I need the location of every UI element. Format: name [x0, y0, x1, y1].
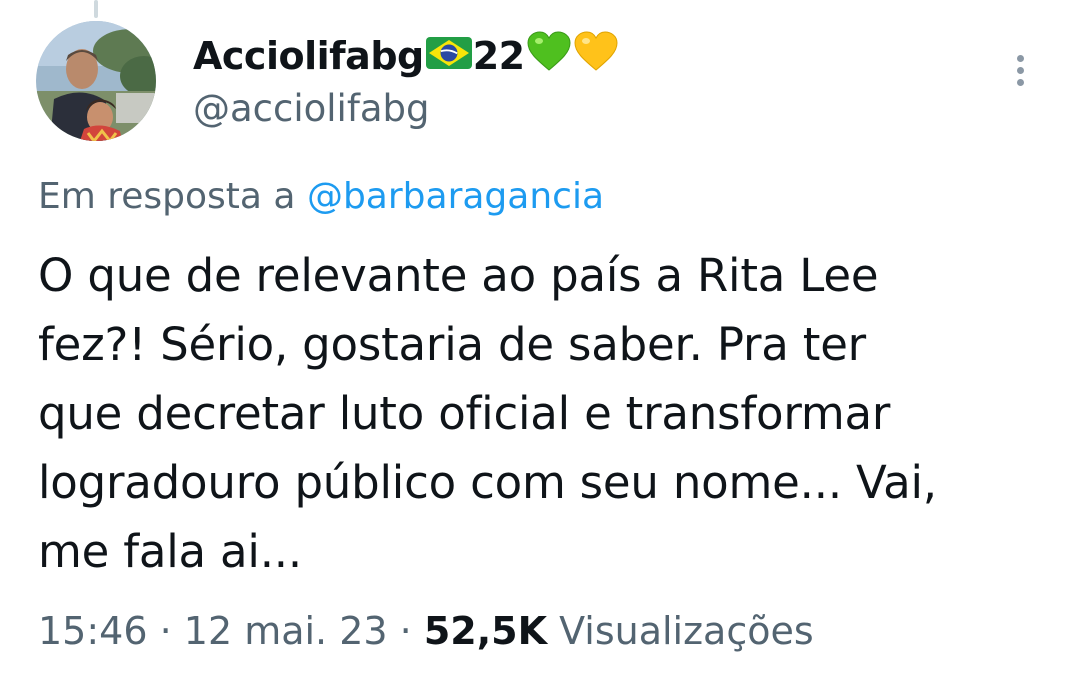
- author-name-suffix: 22: [472, 34, 525, 78]
- meta-separator: ·: [147, 609, 184, 653]
- tweet-text-line: fez?! Sério, gostaria de saber. Pra ter: [38, 318, 866, 371]
- reply-prefix: Em resposta a: [38, 176, 307, 217]
- more-vertical-icon-dot: [1016, 66, 1024, 74]
- green-heart-icon: [526, 30, 572, 82]
- views-label[interactable]: Visualizações: [547, 609, 814, 653]
- tweet-time[interactable]: 15:46: [38, 609, 148, 653]
- more-vertical-icon: [1016, 54, 1024, 62]
- author-display-name[interactable]: Acciolifabg 22: [193, 28, 619, 84]
- author-handle[interactable]: @acciolifabg: [193, 87, 430, 130]
- reply-context: Em resposta a @barbaragancia: [38, 176, 604, 217]
- meta-separator: ·: [387, 609, 424, 653]
- author-name-text: Acciolifabg: [193, 34, 424, 78]
- yellow-heart-icon: [573, 30, 619, 82]
- tweet-metadata: 15:46 · 12 mai. 23 · 52,5K Visualizações: [38, 609, 814, 653]
- profile-photo-icon: [36, 21, 156, 141]
- brazil-flag-icon: [425, 34, 472, 78]
- more-options-button[interactable]: [1002, 46, 1038, 94]
- tweet-date[interactable]: 12 mai. 23: [184, 609, 388, 653]
- tweet-text-line: me fala ai...: [38, 525, 303, 578]
- tweet-text-line: que decretar luto oficial e transformar: [38, 387, 891, 440]
- views-count[interactable]: 52,5K: [424, 609, 547, 653]
- tweet-text-line: O que de relevante ao país a Rita Lee: [38, 249, 879, 302]
- thread-connector-line: [94, 0, 98, 18]
- tweet-text-line: logradouro público com seu nome... Vai,: [38, 456, 937, 509]
- more-vertical-icon-dot: [1016, 78, 1024, 86]
- avatar[interactable]: [36, 21, 156, 141]
- tweet-text: O que de relevante ao país a Rita Lee fe…: [38, 241, 1048, 586]
- reply-mention-link[interactable]: @barbaragancia: [307, 176, 604, 217]
